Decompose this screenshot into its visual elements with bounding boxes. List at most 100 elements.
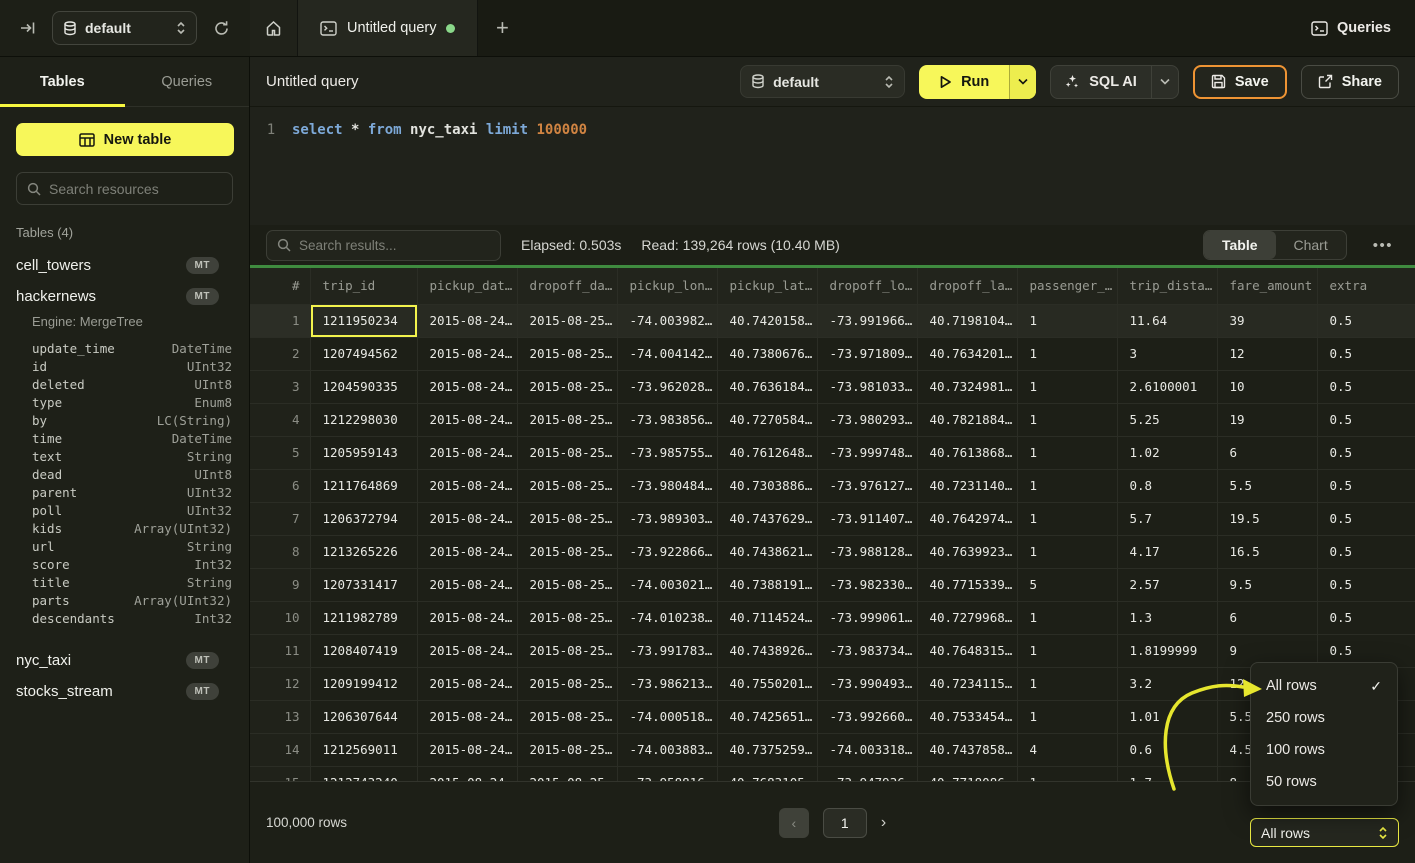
cell[interactable]: 1 — [1017, 403, 1117, 436]
cell[interactable]: -74.003883… — [617, 733, 717, 766]
row-number[interactable]: 4 — [250, 403, 310, 436]
run-button[interactable]: Run — [919, 65, 1009, 99]
cell[interactable]: 2015-08-25… — [517, 469, 617, 502]
cell[interactable]: 0.5 — [1317, 568, 1415, 601]
cell[interactable]: 1208407419 — [310, 634, 417, 667]
cell[interactable]: 1204590335 — [310, 370, 417, 403]
schema-column-row[interactable]: deadUInt8 — [0, 465, 249, 483]
cell[interactable]: -74.004142… — [617, 337, 717, 370]
cell[interactable]: 2015-08-25… — [517, 304, 617, 337]
cell[interactable]: -74.010238… — [617, 601, 717, 634]
schema-column-row[interactable]: partsArray(UInt32) — [0, 591, 249, 609]
column-header-pickup_lat[interactable]: pickup_lat… — [717, 268, 817, 304]
schema-column-row[interactable]: textString — [0, 447, 249, 465]
cell[interactable]: 2015-08-24… — [417, 502, 517, 535]
cell[interactable]: 1205959143 — [310, 436, 417, 469]
cell[interactable]: 9.5 — [1217, 568, 1317, 601]
cell[interactable]: 0.8 — [1117, 469, 1217, 502]
sidebar-table-hackernews[interactable]: hackernews MT — [0, 281, 249, 312]
schema-column-row[interactable]: idUInt32 — [0, 357, 249, 375]
schema-column-row[interactable]: byLC(String) — [0, 411, 249, 429]
view-toggle-chart[interactable]: Chart — [1276, 231, 1346, 259]
cell[interactable]: 0.5 — [1317, 601, 1415, 634]
sidebar-table-stocks-stream[interactable]: stocks_stream MT — [0, 676, 249, 707]
cell[interactable]: 1212569011 — [310, 733, 417, 766]
sql-ai-options-button[interactable] — [1151, 66, 1178, 98]
cell[interactable]: 40.7425651… — [717, 700, 817, 733]
cell[interactable]: 1 — [1017, 766, 1117, 781]
cell[interactable]: 40.7715339… — [917, 568, 1017, 601]
cell[interactable]: 40.7114524… — [717, 601, 817, 634]
column-header-trip_dista[interactable]: trip_dista… — [1117, 268, 1217, 304]
cell[interactable]: 40.7198104… — [917, 304, 1017, 337]
cell[interactable]: 12 — [1217, 337, 1317, 370]
cell[interactable]: 40.7533454… — [917, 700, 1017, 733]
cell[interactable]: 2015-08-25… — [517, 436, 617, 469]
cell[interactable]: 40.7821884… — [917, 403, 1017, 436]
cell[interactable]: 0.5 — [1317, 436, 1415, 469]
save-button[interactable]: Save — [1193, 65, 1287, 99]
cell[interactable]: 2015-08-24… — [417, 337, 517, 370]
schema-column-row[interactable]: deletedUInt8 — [0, 375, 249, 393]
cell[interactable]: 40.7634201… — [917, 337, 1017, 370]
cell[interactable]: 1212743240 — [310, 766, 417, 781]
cell[interactable]: -73.999061… — [817, 601, 917, 634]
cell[interactable]: 3 — [1117, 337, 1217, 370]
cell[interactable]: -73.983734… — [817, 634, 917, 667]
run-options-button[interactable] — [1009, 65, 1036, 99]
cell[interactable]: 40.7636184… — [717, 370, 817, 403]
cell[interactable]: 1.01 — [1117, 700, 1217, 733]
cell[interactable]: 1206372794 — [310, 502, 417, 535]
tab-home[interactable] — [250, 0, 298, 56]
row-number[interactable]: 5 — [250, 436, 310, 469]
refresh-button[interactable] — [209, 16, 234, 41]
cell[interactable]: 16.5 — [1217, 535, 1317, 568]
cell[interactable]: 40.7683105… — [717, 766, 817, 781]
cell[interactable]: 5 — [1017, 568, 1117, 601]
cell[interactable]: 2015-08-25… — [517, 667, 617, 700]
cell[interactable]: 0.5 — [1317, 304, 1415, 337]
cell[interactable]: 1209199412 — [310, 667, 417, 700]
cell[interactable]: 2015-08-25… — [517, 766, 617, 781]
cell[interactable]: 40.7437629… — [717, 502, 817, 535]
sidebar-tab-queries[interactable]: Queries — [125, 57, 250, 106]
cell[interactable]: 1 — [1017, 634, 1117, 667]
sidebar-table-nyc-taxi[interactable]: nyc_taxi MT — [0, 645, 249, 676]
cell[interactable]: 2015-08-24… — [417, 436, 517, 469]
schema-column-row[interactable]: kidsArray(UInt32) — [0, 519, 249, 537]
row-number[interactable]: 8 — [250, 535, 310, 568]
cell[interactable]: -73.922866… — [617, 535, 717, 568]
cell[interactable]: 1 — [1017, 304, 1117, 337]
cell[interactable]: 2015-08-24… — [417, 766, 517, 781]
schema-column-row[interactable]: urlString — [0, 537, 249, 555]
cell[interactable]: 40.7270584… — [717, 403, 817, 436]
cell[interactable]: 1 — [1017, 469, 1117, 502]
row-number[interactable]: 10 — [250, 601, 310, 634]
cell[interactable]: -73.982330… — [817, 568, 917, 601]
cell[interactable]: 40.7648315… — [917, 634, 1017, 667]
column-header-pickup_dat[interactable]: pickup_dat… — [417, 268, 517, 304]
cell[interactable]: 2015-08-25… — [517, 403, 617, 436]
cell[interactable]: 2015-08-25… — [517, 502, 617, 535]
selected-cell[interactable]: 1211950234 — [310, 304, 417, 337]
cell[interactable]: 40.7612648… — [717, 436, 817, 469]
cell[interactable]: -73.962028… — [617, 370, 717, 403]
cell[interactable]: 6 — [1217, 436, 1317, 469]
cell[interactable]: 0.5 — [1317, 469, 1415, 502]
cell[interactable]: 40.7380676… — [717, 337, 817, 370]
cell[interactable]: -74.003021… — [617, 568, 717, 601]
cell[interactable]: -73.958816… — [617, 766, 717, 781]
row-number[interactable]: 2 — [250, 337, 310, 370]
cell[interactable]: 1.7 — [1117, 766, 1217, 781]
share-button[interactable]: Share — [1301, 65, 1399, 99]
cell[interactable]: 40.7375259… — [717, 733, 817, 766]
cell[interactable]: -73.976127… — [817, 469, 917, 502]
cell[interactable]: 2015-08-24… — [417, 700, 517, 733]
sql-ai-button[interactable]: SQL AI — [1051, 66, 1151, 98]
row-number[interactable]: 6 — [250, 469, 310, 502]
column-header-passenger_[interactable]: passenger_… — [1017, 268, 1117, 304]
column-header-fare_amount[interactable]: fare_amount — [1217, 268, 1317, 304]
column-header-dropoff_lo[interactable]: dropoff_lo… — [817, 268, 917, 304]
cell[interactable]: 1 — [1017, 370, 1117, 403]
cell[interactable]: 2015-08-24… — [417, 403, 517, 436]
